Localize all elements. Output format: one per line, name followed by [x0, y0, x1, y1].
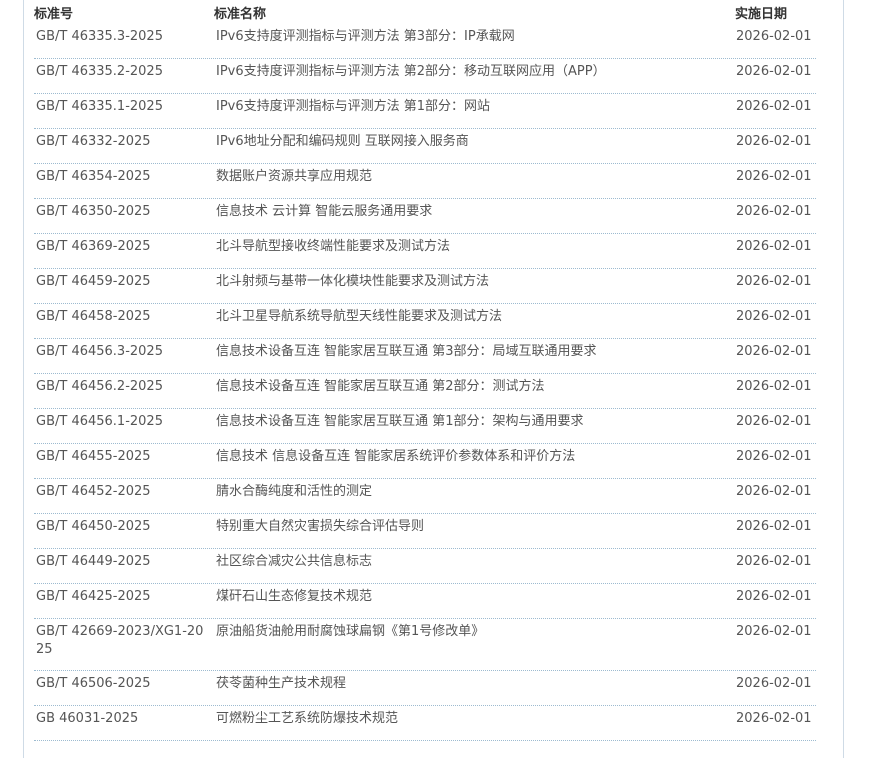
standard-code[interactable]: GB/T 46455-2025: [36, 448, 206, 466]
standard-name-link[interactable]: 可燃粉尘工艺系统防爆技术规范: [216, 710, 716, 728]
implementation-date: 2026-02-01: [736, 64, 812, 79]
implementation-date: 2026-02-01: [736, 519, 812, 534]
table-row[interactable]: GB/T 46332-2025 IPv6地址分配和编码规则 互联网接入服务商 202…: [34, 129, 816, 164]
implementation-date: 2026-02-01: [736, 239, 812, 254]
standard-code[interactable]: GB/T 46369-2025: [36, 238, 206, 256]
standard-name-link[interactable]: 信息技术 信息设备互连 智能家居系统评价参数体系和评价方法: [216, 448, 716, 466]
standard-name-link[interactable]: 信息技术 云计算 智能云服务通用要求: [216, 203, 716, 221]
standard-code[interactable]: GB/T 46335.3-2025: [36, 28, 206, 46]
table-row[interactable]: GB/T 46335.3-2025 IPv6支持度评测指标与评测方法 第3部分：I…: [34, 24, 816, 59]
standard-code[interactable]: GB/T 46456.3-2025: [36, 343, 206, 361]
standard-name-link[interactable]: IPv6支持度评测指标与评测方法 第3部分：IP承载网: [216, 28, 716, 46]
standard-name-link[interactable]: 信息技术设备互连 智能家居互联互通 第1部分：架构与通用要求: [216, 413, 716, 431]
table-row[interactable]: GB/T 46335.2-2025 IPv6支持度评测指标与评测方法 第2部分：移…: [34, 59, 816, 94]
table-row[interactable]: GB/T 46354-2025 数据账户资源共享应用规范 2026-02-01: [34, 164, 816, 199]
standard-name-link[interactable]: 特别重大自然灾害损失综合评估导则: [216, 518, 716, 536]
header-name: 标准名称: [214, 7, 267, 22]
standard-code[interactable]: GB/T 46425-2025: [36, 588, 206, 606]
implementation-date: 2026-02-01: [736, 554, 812, 569]
standard-name-link[interactable]: 茯苓菌种生产技术规程: [216, 675, 716, 693]
header-code: 标准号: [34, 7, 74, 22]
table-header: 标准号 标准名称 实施日期: [34, 0, 816, 24]
table-row[interactable]: GB/T 46455-2025 信息技术 信息设备互连 智能家居系统评价参数体系和…: [34, 444, 816, 479]
implementation-date: 2026-02-01: [736, 379, 812, 394]
standard-code[interactable]: GB/T 46459-2025: [36, 273, 206, 291]
standard-code[interactable]: GB/T 46506-2025: [36, 675, 206, 693]
standard-name-link[interactable]: 煤矸石山生态修复技术规范: [216, 588, 716, 606]
table-row[interactable]: GB/T 46452-2025 腈水合酶纯度和活性的测定 2026-02-01: [34, 479, 816, 514]
standard-name-link[interactable]: 社区综合减灾公共信息标志: [216, 553, 716, 571]
standard-code[interactable]: GB/T 42669-2023/XG1-2025: [36, 623, 206, 659]
table-row[interactable]: GB 46031-2025 可燃粉尘工艺系统防爆技术规范 2026-02-01: [34, 706, 816, 741]
table-row[interactable]: GB/T 46456.3-2025 信息技术设备互连 智能家居互联互通 第3部分：…: [34, 339, 816, 374]
header-date: 实施日期: [735, 7, 788, 22]
implementation-date: 2026-02-01: [736, 624, 812, 639]
standard-code[interactable]: GB/T 46332-2025: [36, 133, 206, 151]
implementation-date: 2026-02-01: [736, 589, 812, 604]
standard-name-link[interactable]: 北斗卫星导航系统导航型天线性能要求及测试方法: [216, 308, 716, 326]
table-row[interactable]: GB/T 46449-2025 社区综合减灾公共信息标志 2026-02-01: [34, 549, 816, 584]
implementation-date: 2026-02-01: [736, 449, 812, 464]
implementation-date: 2026-02-01: [736, 204, 812, 219]
standard-code[interactable]: GB/T 46350-2025: [36, 203, 206, 221]
implementation-date: 2026-02-01: [736, 711, 812, 726]
standard-code[interactable]: GB/T 46354-2025: [36, 168, 206, 186]
standard-code[interactable]: GB 46031-2025: [36, 710, 206, 728]
standard-code[interactable]: GB/T 46449-2025: [36, 553, 206, 571]
standard-name-link[interactable]: 信息技术设备互连 智能家居互联互通 第3部分：局域互联通用要求: [216, 343, 716, 361]
table-row[interactable]: GB/T 46456.1-2025 信息技术设备互连 智能家居互联互通 第1部分：…: [34, 409, 816, 444]
implementation-date: 2026-02-01: [736, 484, 812, 499]
standards-table-body: GB/T 46335.3-2025 IPv6支持度评测指标与评测方法 第3部分：I…: [34, 24, 816, 741]
implementation-date: 2026-02-01: [736, 344, 812, 359]
standard-name-link[interactable]: 原油船货油舱用耐腐蚀球扁钢《第1号修改单》: [216, 623, 716, 641]
standard-code[interactable]: GB/T 46456.2-2025: [36, 378, 206, 396]
table-row[interactable]: GB/T 46335.1-2025 IPv6支持度评测指标与评测方法 第1部分：网…: [34, 94, 816, 129]
standard-name-link[interactable]: 北斗导航型接收终端性能要求及测试方法: [216, 238, 716, 256]
implementation-date: 2026-02-01: [736, 99, 812, 114]
implementation-date: 2026-02-01: [736, 29, 812, 44]
table-row[interactable]: GB/T 46425-2025 煤矸石山生态修复技术规范 2026-02-01: [34, 584, 816, 619]
standard-name-link[interactable]: 数据账户资源共享应用规范: [216, 168, 716, 186]
implementation-date: 2026-02-01: [736, 274, 812, 289]
standard-name-link[interactable]: IPv6支持度评测指标与评测方法 第2部分：移动互联网应用（APP）: [216, 63, 716, 81]
table-row[interactable]: GB/T 46458-2025 北斗卫星导航系统导航型天线性能要求及测试方法 202…: [34, 304, 816, 339]
standard-code[interactable]: GB/T 46456.1-2025: [36, 413, 206, 431]
standard-code[interactable]: GB/T 46335.2-2025: [36, 63, 206, 81]
standard-name-link[interactable]: IPv6支持度评测指标与评测方法 第1部分：网站: [216, 98, 716, 116]
table-row[interactable]: GB/T 46456.2-2025 信息技术设备互连 智能家居互联互通 第2部分：…: [34, 374, 816, 409]
standard-code[interactable]: GB/T 46450-2025: [36, 518, 206, 536]
standard-code[interactable]: GB/T 46458-2025: [36, 308, 206, 326]
standard-code[interactable]: GB/T 46452-2025: [36, 483, 206, 501]
table-row[interactable]: GB/T 46506-2025 茯苓菌种生产技术规程 2026-02-01: [34, 671, 816, 706]
table-row[interactable]: GB/T 46459-2025 北斗射频与基带一体化模块性能要求及测试方法 2026…: [34, 269, 816, 304]
standard-code[interactable]: GB/T 46335.1-2025: [36, 98, 206, 116]
standard-name-link[interactable]: 北斗射频与基带一体化模块性能要求及测试方法: [216, 273, 716, 291]
standard-name-link[interactable]: 信息技术设备互连 智能家居互联互通 第2部分：测试方法: [216, 378, 716, 396]
table-row[interactable]: GB/T 46450-2025 特别重大自然灾害损失综合评估导则 2026-02-0…: [34, 514, 816, 549]
table-row[interactable]: GB/T 46350-2025 信息技术 云计算 智能云服务通用要求 2026-02…: [34, 199, 816, 234]
standards-list-panel: 标准号 标准名称 实施日期 GB/T 46335.3-2025 IPv6支持度评测…: [23, 0, 844, 758]
table-row[interactable]: GB/T 42669-2023/XG1-2025 原油船货油舱用耐腐蚀球扁钢《第1…: [34, 619, 816, 671]
standard-name-link[interactable]: IPv6地址分配和编码规则 互联网接入服务商: [216, 133, 716, 151]
implementation-date: 2026-02-01: [736, 134, 812, 149]
implementation-date: 2026-02-01: [736, 676, 812, 691]
table-row[interactable]: GB/T 46369-2025 北斗导航型接收终端性能要求及测试方法 2026-02…: [34, 234, 816, 269]
implementation-date: 2026-02-01: [736, 169, 812, 184]
implementation-date: 2026-02-01: [736, 414, 812, 429]
standard-name-link[interactable]: 腈水合酶纯度和活性的测定: [216, 483, 716, 501]
implementation-date: 2026-02-01: [736, 309, 812, 324]
